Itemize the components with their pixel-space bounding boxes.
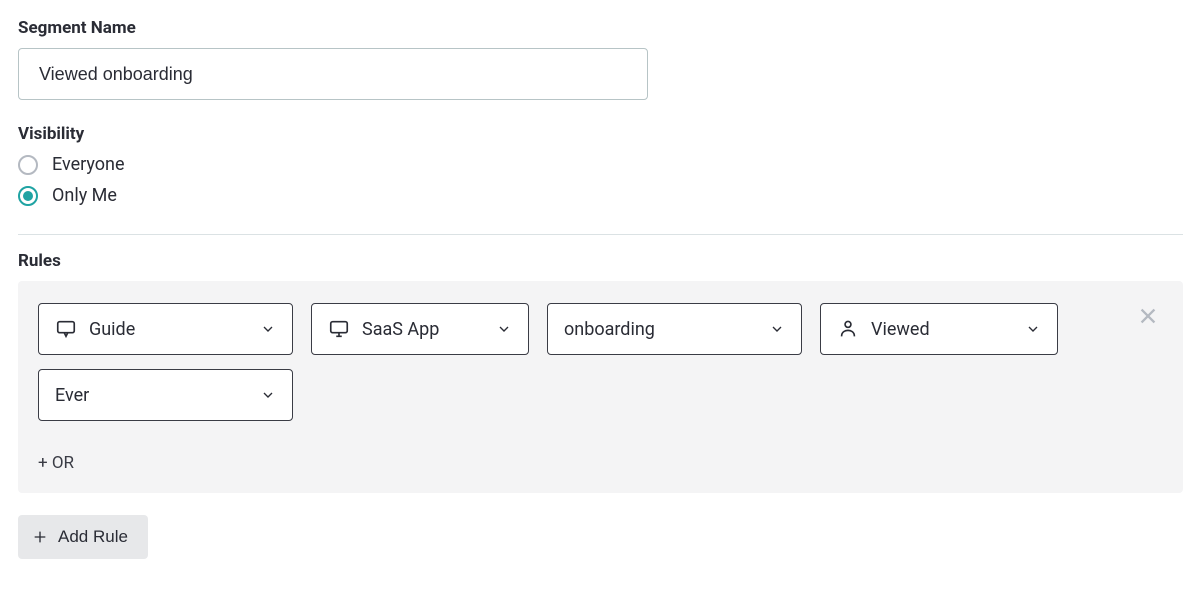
rule-item-label: onboarding <box>564 319 655 340</box>
rule-app-select[interactable]: SaaS App <box>311 303 529 355</box>
chevron-down-icon <box>260 321 276 337</box>
add-or-condition[interactable]: + OR <box>38 453 74 473</box>
rule-type-label: Guide <box>89 319 135 340</box>
radio-icon <box>18 186 38 206</box>
add-rule-button[interactable]: Add Rule <box>18 515 148 559</box>
chevron-down-icon <box>1025 321 1041 337</box>
user-icon <box>837 318 859 340</box>
rule-row-1: Guide SaaS App onboarding <box>38 303 1163 355</box>
rule-action-label: Viewed <box>871 319 930 340</box>
radio-selected-dot <box>23 191 33 201</box>
section-divider <box>18 234 1183 235</box>
chevron-down-icon <box>496 321 512 337</box>
radio-icon <box>18 155 38 175</box>
plus-icon <box>32 529 48 545</box>
visibility-option-label: Only Me <box>52 185 117 206</box>
close-icon <box>1137 305 1159 327</box>
chevron-down-icon <box>260 387 276 403</box>
rule-action-select[interactable]: Viewed <box>820 303 1058 355</box>
monitor-icon <box>328 318 350 340</box>
rule-time-select[interactable]: Ever <box>38 369 293 421</box>
rules-label: Rules <box>18 251 1183 271</box>
segment-name-label: Segment Name <box>18 18 1183 38</box>
rule-time-label: Ever <box>55 385 89 406</box>
add-rule-label: Add Rule <box>58 527 128 547</box>
rule-row-2: Ever <box>38 369 1163 421</box>
visibility-radio-group: Everyone Only Me <box>18 154 1183 206</box>
visibility-option-label: Everyone <box>52 154 125 175</box>
visibility-option-only-me[interactable]: Only Me <box>18 185 1183 206</box>
rules-panel: Guide SaaS App onboarding <box>18 281 1183 493</box>
chat-bubble-icon <box>55 318 77 340</box>
visibility-label: Visibility <box>18 124 1183 144</box>
rule-app-label: SaaS App <box>362 319 439 340</box>
remove-rule-button[interactable] <box>1137 305 1159 327</box>
rule-item-select[interactable]: onboarding <box>547 303 802 355</box>
segment-name-input[interactable] <box>18 48 648 100</box>
chevron-down-icon <box>769 321 785 337</box>
visibility-option-everyone[interactable]: Everyone <box>18 154 1183 175</box>
rule-type-select[interactable]: Guide <box>38 303 293 355</box>
